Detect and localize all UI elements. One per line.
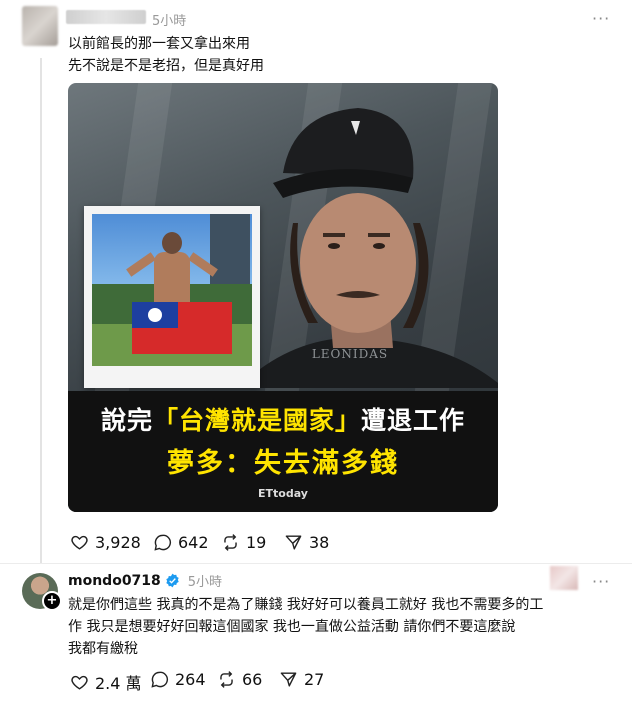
- blurred-sticker: [550, 566, 578, 590]
- post-text-line: 先不說是不是老招，但是真好用: [68, 58, 264, 74]
- heart-icon: [71, 535, 88, 550]
- post-time: 5小時: [187, 575, 223, 590]
- comment-button[interactable]: 264: [150, 670, 206, 689]
- post-text-line: 以前館長的那一套又拿出來用: [68, 36, 250, 52]
- post-text-line: 我都有繳稅: [68, 641, 138, 657]
- repost-count: 66: [242, 670, 263, 689]
- heart-icon: [71, 675, 88, 690]
- post-image[interactable]: LEONIDAS 說完「台灣就是國家」遭退工作 夢多：失去滿多錢 ETtoday: [68, 83, 498, 512]
- username[interactable]: mondo0718: [68, 573, 161, 589]
- like-count: 3,928: [95, 533, 141, 552]
- repost-button[interactable]: 19: [221, 533, 266, 552]
- share-count: 27: [304, 670, 325, 689]
- repost-button[interactable]: 66: [217, 670, 262, 689]
- comment-button[interactable]: 642: [153, 533, 209, 552]
- thread-line: [40, 58, 42, 563]
- avatar-blurred[interactable]: [22, 6, 58, 46]
- ettoday-logo: ETtoday: [258, 487, 308, 500]
- repost-icon: [220, 671, 233, 688]
- comment-icon: [154, 534, 172, 551]
- send-icon: [280, 672, 297, 687]
- inset-photo-frame: [84, 206, 260, 388]
- divider: [0, 563, 632, 564]
- post-text-line: 就是你們這些 我真的不是為了賺錢 我好好可以養員工就好 我也不需要多的工: [68, 597, 544, 613]
- like-button[interactable]: 3,928: [70, 533, 141, 552]
- send-icon: [285, 535, 302, 550]
- like-button[interactable]: 2.4 萬: [70, 670, 142, 694]
- post-time: 5小時: [152, 14, 187, 29]
- headline-banner: 說完「台灣就是國家」遭退工作 夢多：失去滿多錢 ETtoday: [68, 391, 498, 512]
- repost-icon: [224, 534, 237, 551]
- subheadline-text: 夢多：失去滿多錢: [167, 448, 399, 479]
- share-button[interactable]: 38: [284, 533, 329, 552]
- share-count: 38: [309, 533, 330, 552]
- headline-text: 說完: [100, 406, 153, 435]
- username-blurred[interactable]: [66, 10, 146, 24]
- verified-badge-icon: [166, 573, 179, 588]
- comment-count: 264: [175, 670, 206, 689]
- more-options-button[interactable]: ···: [592, 572, 610, 591]
- headline-quote: 「台灣就是國家」: [152, 406, 361, 435]
- like-count: 2.4 萬: [95, 674, 142, 693]
- comment-count: 642: [178, 533, 209, 552]
- headline-text: 遭退工作: [361, 406, 466, 435]
- more-options-button[interactable]: ···: [592, 9, 610, 28]
- shirt-text: LEONIDAS: [312, 347, 388, 361]
- repost-count: 19: [246, 533, 267, 552]
- post-text-line: 作 我只是想要好好回報這個國家 我也一直做公益活動 請你們不要這麼說: [68, 619, 516, 635]
- taiwan-flag: [132, 302, 232, 354]
- comment-icon: [151, 671, 169, 688]
- follow-plus-icon[interactable]: +: [42, 591, 62, 611]
- share-button[interactable]: 27: [279, 670, 324, 689]
- inset-photo: [92, 214, 252, 366]
